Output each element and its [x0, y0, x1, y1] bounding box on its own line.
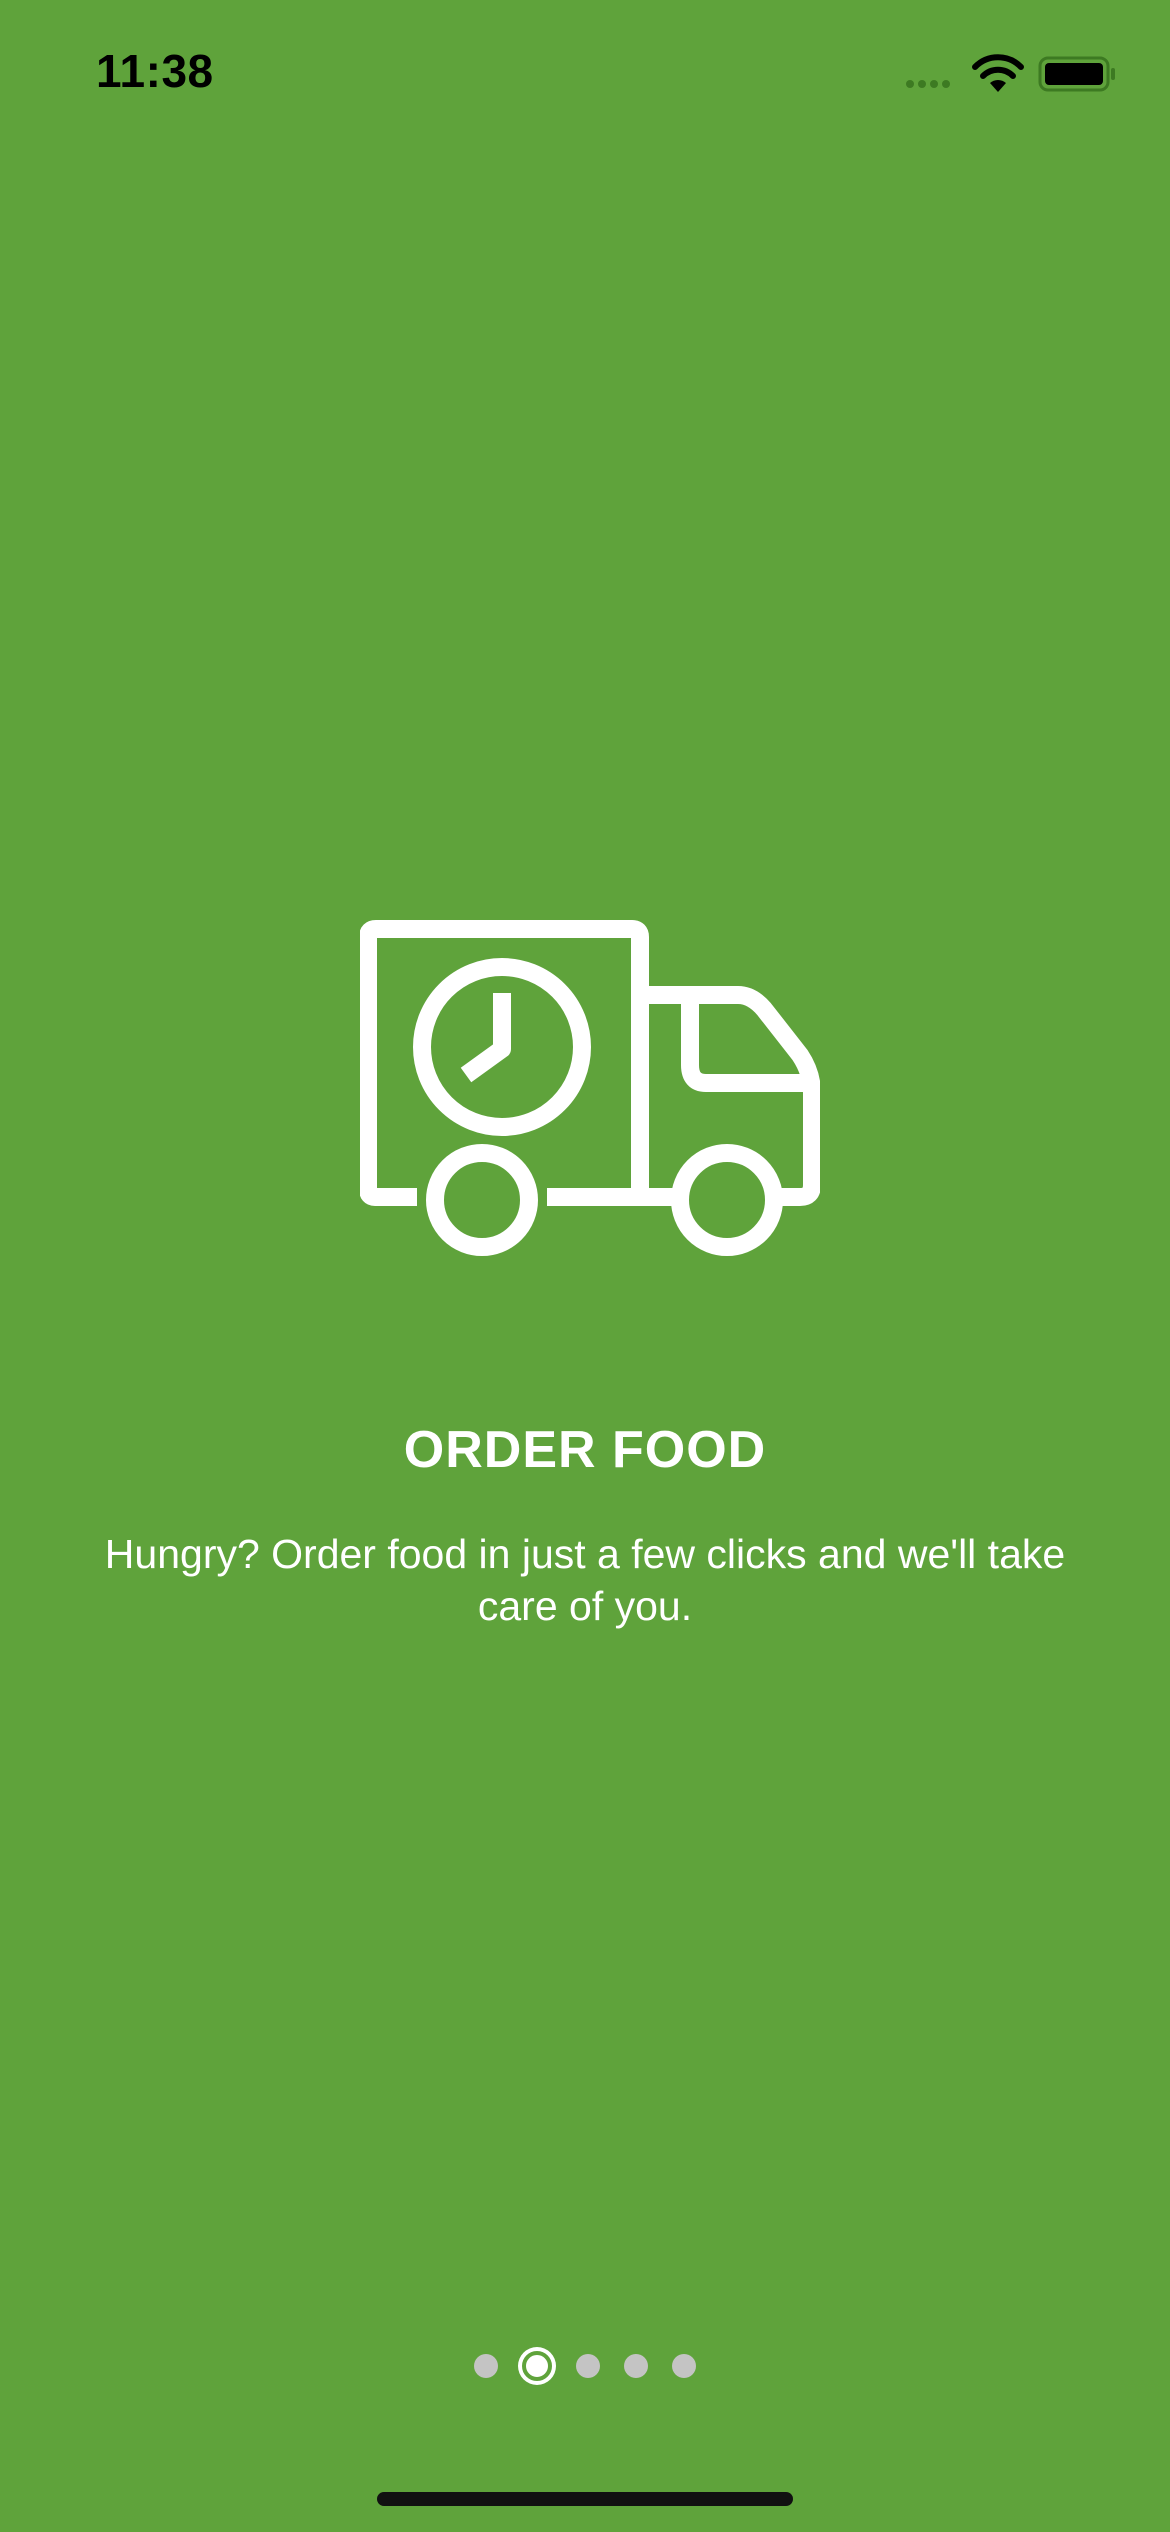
page-dot-4[interactable] — [624, 2354, 648, 2378]
page-dot-5[interactable] — [672, 2354, 696, 2378]
cellular-signal-icon — [906, 80, 950, 88]
status-time: 11:38 — [96, 45, 214, 97]
page-dot-1[interactable] — [474, 2354, 498, 2378]
home-indicator[interactable] — [377, 2492, 793, 2506]
battery-icon — [1038, 56, 1115, 92]
delivery-truck-clock-icon — [360, 920, 820, 1256]
wifi-icon — [972, 54, 1024, 92]
onboarding-description: Hungry? Order food in just a few clicks … — [104, 1531, 1066, 1629]
status-bar: 11:38 — [0, 0, 1170, 140]
page-dot-3[interactable] — [576, 2354, 600, 2378]
page-dot-2-active[interactable] — [522, 2351, 552, 2381]
page-indicator[interactable] — [0, 2346, 1170, 2386]
onboarding-title: ORDER FOOD — [403, 1421, 767, 1479]
onboarding-screen: 11:38 ORDER FOOD Hungry? Order food in j… — [0, 0, 1170, 2532]
